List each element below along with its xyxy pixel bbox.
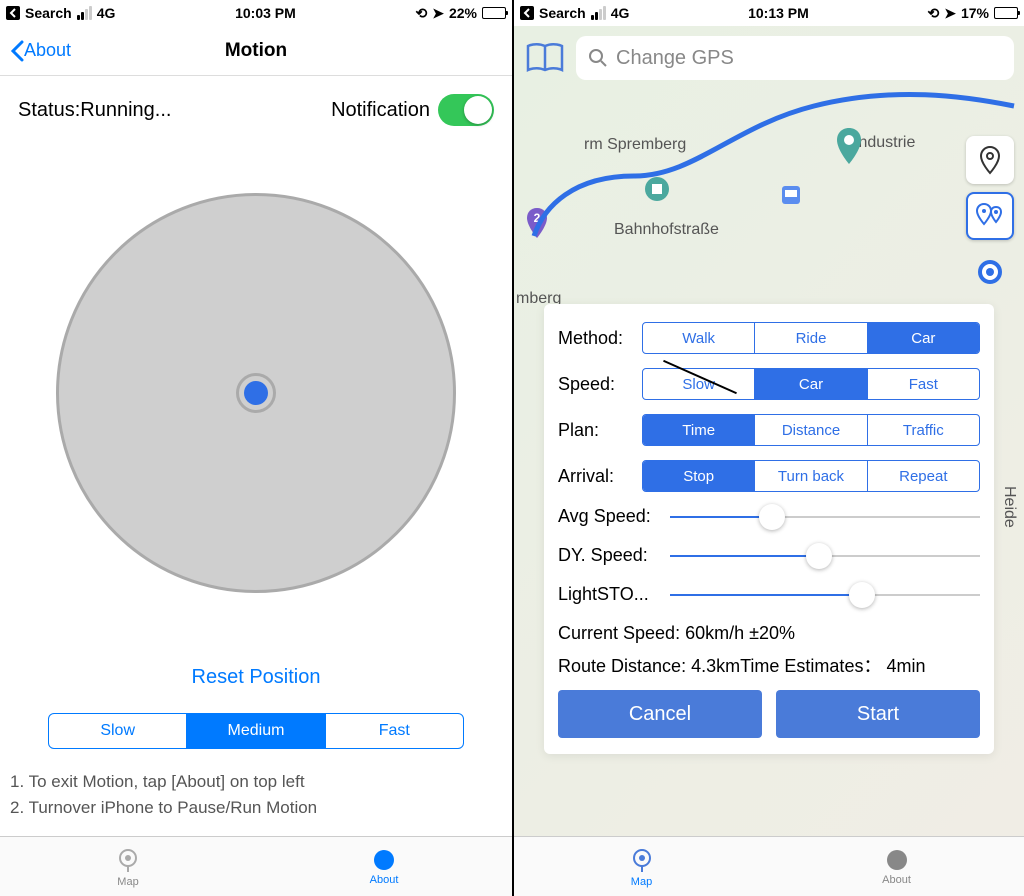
- battery-icon: [482, 7, 506, 19]
- arrival-repeat[interactable]: Repeat: [867, 461, 979, 491]
- right-screen: Search 4G 10:13 PM ⟲ ➤ 17% Change GPS rm…: [512, 0, 1024, 896]
- lightstop-slider[interactable]: [670, 592, 980, 598]
- back-label: About: [24, 40, 71, 61]
- map-pin-icon: [114, 846, 142, 874]
- arrival-turnback[interactable]: Turn back: [754, 461, 866, 491]
- battery-icon: [994, 7, 1018, 19]
- tab-map[interactable]: Map: [514, 837, 769, 896]
- tab-about[interactable]: About: [256, 837, 512, 896]
- tab-bar: Map About: [0, 836, 512, 896]
- arrival-label: Arrival:: [558, 466, 632, 487]
- speed-label: Speed:: [558, 374, 632, 395]
- speed-slow[interactable]: Slow: [49, 714, 186, 748]
- network-label: 4G: [611, 5, 630, 21]
- network-label: 4G: [97, 5, 116, 21]
- method-ride[interactable]: Ride: [754, 323, 866, 353]
- method-car[interactable]: Car: [867, 323, 979, 353]
- search-back-icon[interactable]: [6, 6, 20, 20]
- plan-distance[interactable]: Distance: [754, 415, 866, 445]
- speed-fast[interactable]: Fast: [867, 369, 979, 399]
- status-bar: Search 4G 10:13 PM ⟲ ➤ 17%: [514, 0, 1024, 26]
- page-title: Motion: [0, 40, 512, 62]
- battery-percent: 22%: [449, 5, 477, 21]
- map-pin-icon: [628, 846, 656, 874]
- back-button[interactable]: About: [10, 40, 71, 62]
- plan-time[interactable]: Time: [643, 415, 754, 445]
- method-walk[interactable]: Walk: [643, 323, 754, 353]
- speed-slow[interactable]: Slow: [643, 369, 754, 399]
- status-search-label[interactable]: Search: [25, 5, 72, 21]
- about-dot-icon: [885, 848, 909, 872]
- double-pin-icon: [974, 201, 1006, 231]
- rotation-lock-icon: ⟲: [928, 5, 940, 22]
- map-label-heide: Heide: [1000, 486, 1018, 528]
- current-speed-text: Current Speed: 60km/h ±20%: [558, 623, 980, 644]
- search-placeholder: Change GPS: [616, 47, 734, 70]
- tab-bar: Map About: [514, 836, 1024, 896]
- location-arrow-icon: ➤: [944, 5, 956, 22]
- tab-about[interactable]: About: [769, 837, 1024, 896]
- speed-segmented-control[interactable]: Slow Medium Fast: [48, 713, 464, 749]
- signal-bars-icon: [591, 6, 606, 20]
- search-input[interactable]: Change GPS: [576, 36, 1014, 80]
- arrival-stop[interactable]: Stop: [643, 461, 754, 491]
- speed-medium[interactable]: Medium: [186, 714, 324, 748]
- notification-label: Notification: [331, 99, 430, 122]
- bookmarks-icon[interactable]: [524, 40, 566, 76]
- dyspeed-slider[interactable]: [670, 553, 980, 559]
- plan-traffic[interactable]: Traffic: [867, 415, 979, 445]
- status-search-label[interactable]: Search: [539, 5, 586, 21]
- lightstop-label: LightSTO...: [558, 584, 662, 605]
- current-location-button[interactable]: [966, 248, 1014, 296]
- speed-fast[interactable]: Fast: [325, 714, 463, 748]
- clock: 10:13 PM: [748, 5, 809, 21]
- search-icon: [588, 48, 608, 68]
- pin-icon: [977, 145, 1003, 175]
- search-back-icon[interactable]: [520, 6, 534, 20]
- method-label: Method:: [558, 328, 632, 349]
- single-pin-button[interactable]: [966, 136, 1014, 184]
- avgspeed-slider[interactable]: [670, 514, 980, 520]
- plan-segmented[interactable]: Time Distance Traffic: [642, 414, 980, 446]
- cancel-button[interactable]: Cancel: [558, 690, 762, 738]
- tab-map[interactable]: Map: [0, 837, 256, 896]
- reset-position-link[interactable]: Reset Position: [0, 650, 512, 705]
- route-options-panel: Method: Walk Ride Car Speed: Slow Car Fa…: [544, 304, 994, 754]
- notification-toggle[interactable]: [438, 94, 494, 126]
- status-bar: Search 4G 10:03 PM ⟲ ➤ 22%: [0, 0, 512, 26]
- tips-text: 1. To exit Motion, tap [About] on top le…: [0, 769, 512, 836]
- status-text: Status:Running...: [18, 99, 171, 122]
- method-segmented[interactable]: Walk Ride Car: [642, 322, 980, 354]
- about-dot-icon: [372, 848, 396, 872]
- left-screen: Search 4G 10:03 PM ⟲ ➤ 22% About Motion …: [0, 0, 512, 896]
- nav-bar: About Motion: [0, 26, 512, 76]
- joystick-area[interactable]: [0, 136, 512, 650]
- location-arrow-icon: ➤: [432, 5, 444, 22]
- battery-percent: 17%: [961, 5, 989, 21]
- location-dot-icon: [978, 260, 1002, 284]
- clock: 10:03 PM: [235, 5, 296, 21]
- plan-label: Plan:: [558, 420, 632, 441]
- route-info-text: Route Distance: 4.3kmTime Estimates： 4mi…: [558, 652, 980, 678]
- avgspeed-label: Avg Speed:: [558, 506, 662, 527]
- start-button[interactable]: Start: [776, 690, 980, 738]
- arrival-segmented[interactable]: Stop Turn back Repeat: [642, 460, 980, 492]
- route-pin-button[interactable]: [966, 192, 1014, 240]
- dyspeed-label: DY. Speed:: [558, 545, 662, 566]
- signal-bars-icon: [77, 6, 92, 20]
- speed-car[interactable]: Car: [754, 369, 866, 399]
- rotation-lock-icon: ⟲: [416, 5, 428, 22]
